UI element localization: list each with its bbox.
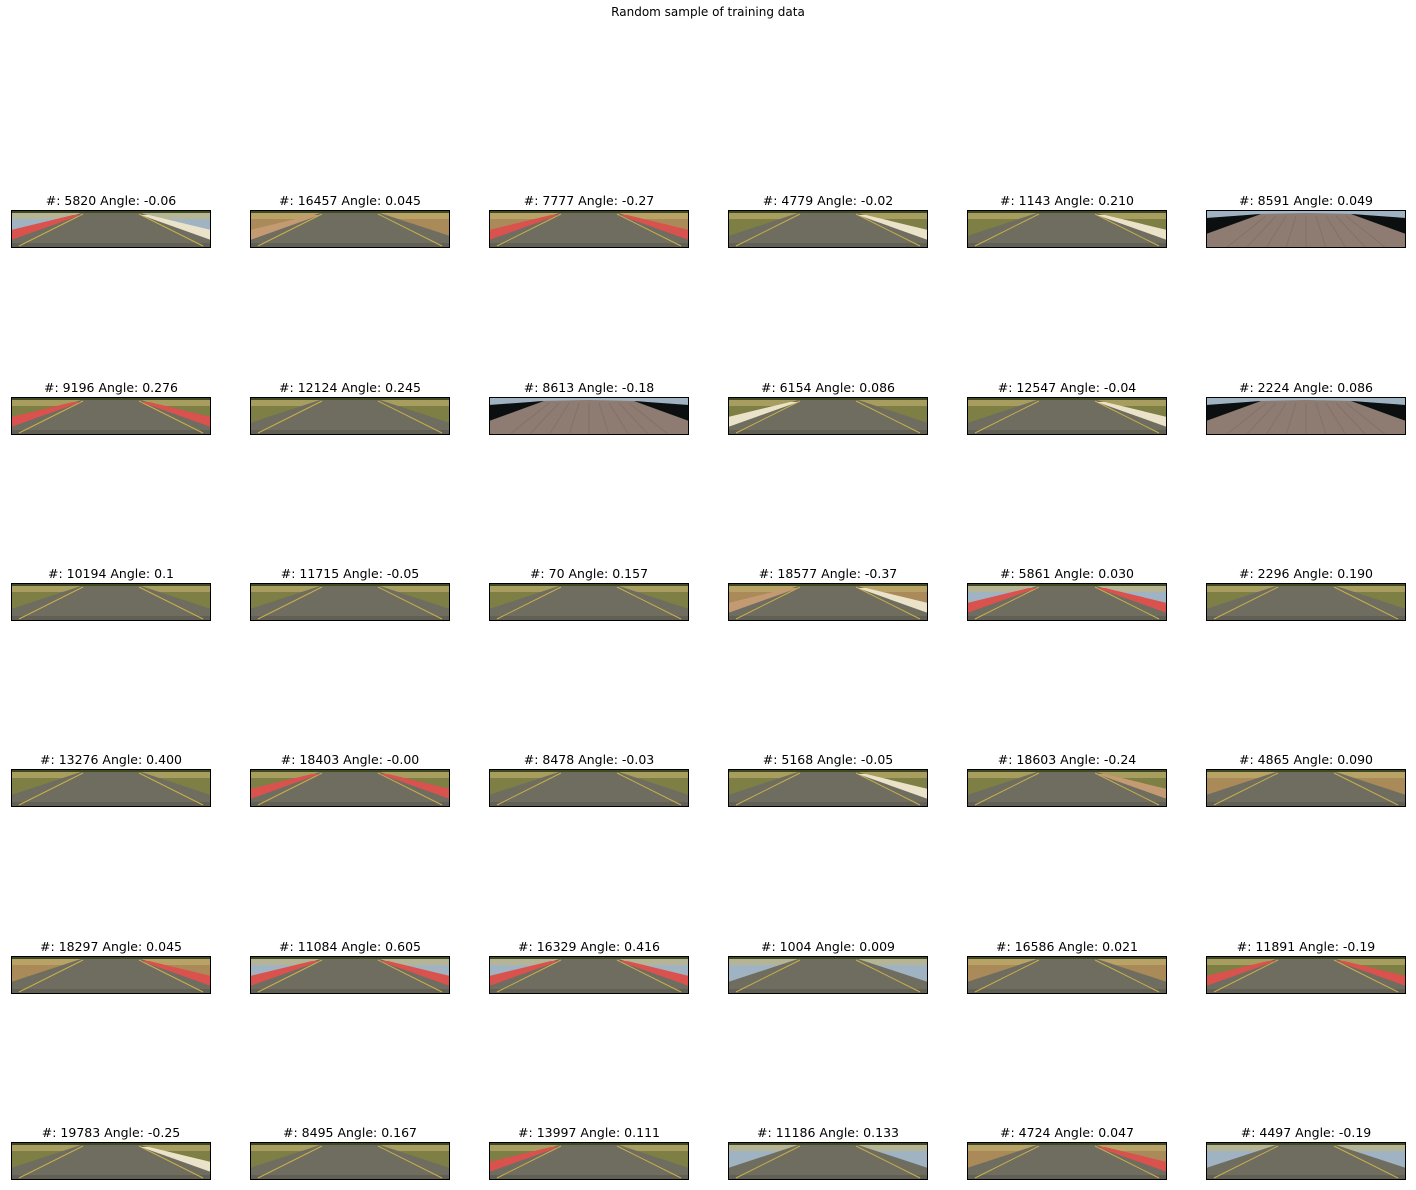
sample-title: #: 1143 Angle: 0.210 — [1000, 193, 1134, 208]
sample-title: #: 8478 Angle: -0.03 — [523, 752, 655, 767]
sample-title: #: 13997 Angle: 0.111 — [518, 1125, 660, 1140]
road-image — [489, 769, 689, 807]
road-image — [250, 583, 450, 621]
road-image — [728, 1142, 928, 1180]
sample-title: #: 5861 Angle: 0.030 — [1000, 566, 1134, 581]
road-image — [11, 210, 211, 248]
road-image — [1206, 1142, 1406, 1180]
road-image — [967, 397, 1167, 435]
road-image — [967, 956, 1167, 994]
sample-title: #: 18297 Angle: 0.045 — [40, 939, 182, 954]
sample-title: #: 4779 Angle: -0.02 — [762, 193, 894, 208]
sample-title: #: 18603 Angle: -0.24 — [997, 752, 1137, 767]
sample-title: #: 1004 Angle: 0.009 — [761, 939, 895, 954]
road-image — [11, 583, 211, 621]
road-image — [489, 210, 689, 248]
road-image — [11, 956, 211, 994]
road-image — [1206, 769, 1406, 807]
road-image — [489, 583, 689, 621]
road-image — [967, 210, 1167, 248]
road-image — [250, 956, 450, 994]
road-image — [967, 1142, 1167, 1180]
road-image — [728, 769, 928, 807]
road-image — [489, 1142, 689, 1180]
road-image — [1206, 956, 1406, 994]
sample-title: #: 6154 Angle: 0.086 — [761, 380, 895, 395]
sample-title: #: 4497 Angle: -0.19 — [1240, 1125, 1372, 1140]
sample-title: #: 16457 Angle: 0.045 — [279, 193, 421, 208]
road-image — [967, 583, 1167, 621]
sample-title: #: 2224 Angle: 0.086 — [1239, 380, 1373, 395]
sample-title: #: 8495 Angle: 0.167 — [283, 1125, 417, 1140]
road-image — [489, 956, 689, 994]
sample-title: #: 19783 Angle: -0.25 — [41, 1125, 181, 1140]
sample-title: #: 4865 Angle: 0.090 — [1239, 752, 1373, 767]
road-image — [1206, 583, 1406, 621]
sample-title: #: 5820 Angle: -0.06 — [45, 193, 177, 208]
road-image — [728, 956, 928, 994]
sample-title: #: 2296 Angle: 0.190 — [1239, 566, 1373, 581]
road-image — [250, 1142, 450, 1180]
road-image — [728, 210, 928, 248]
road-image — [250, 397, 450, 435]
sample-title: #: 12547 Angle: -0.04 — [997, 380, 1137, 395]
sample-title: #: 8613 Angle: -0.18 — [523, 380, 655, 395]
road-image — [489, 397, 689, 435]
sample-title: #: 18403 Angle: -0.00 — [280, 752, 420, 767]
sample-title: #: 9196 Angle: 0.276 — [44, 380, 178, 395]
sample-title: #: 16586 Angle: 0.021 — [996, 939, 1138, 954]
sample-title: #: 16329 Angle: 0.416 — [518, 939, 660, 954]
sample-title: #: 70 Angle: 0.157 — [529, 566, 649, 581]
sample-title: #: 11186 Angle: 0.133 — [757, 1125, 899, 1140]
sample-title: #: 4724 Angle: 0.047 — [1000, 1125, 1134, 1140]
road-image — [11, 769, 211, 807]
road-image — [1206, 210, 1406, 248]
road-image — [1206, 397, 1406, 435]
sample-title: #: 5168 Angle: -0.05 — [762, 752, 894, 767]
sample-title: #: 12124 Angle: 0.245 — [279, 380, 421, 395]
road-image — [250, 210, 450, 248]
road-image — [728, 397, 928, 435]
road-image — [967, 769, 1167, 807]
road-image — [11, 1142, 211, 1180]
sample-title: #: 11715 Angle: -0.05 — [280, 566, 420, 581]
sample-title: #: 8591 Angle: 0.049 — [1239, 193, 1373, 208]
road-image — [728, 583, 928, 621]
sample-title: #: 7777 Angle: -0.27 — [523, 193, 655, 208]
sample-title: #: 11084 Angle: 0.605 — [279, 939, 421, 954]
road-image — [250, 769, 450, 807]
road-image — [11, 397, 211, 435]
sample-title: #: 10194 Angle: 0.1 — [47, 566, 175, 581]
sample-title: #: 13276 Angle: 0.400 — [40, 752, 182, 767]
sample-title: #: 11891 Angle: -0.19 — [1236, 939, 1376, 954]
figure-title: Random sample of training data — [611, 5, 805, 19]
sample-title: #: 18577 Angle: -0.37 — [758, 566, 898, 581]
